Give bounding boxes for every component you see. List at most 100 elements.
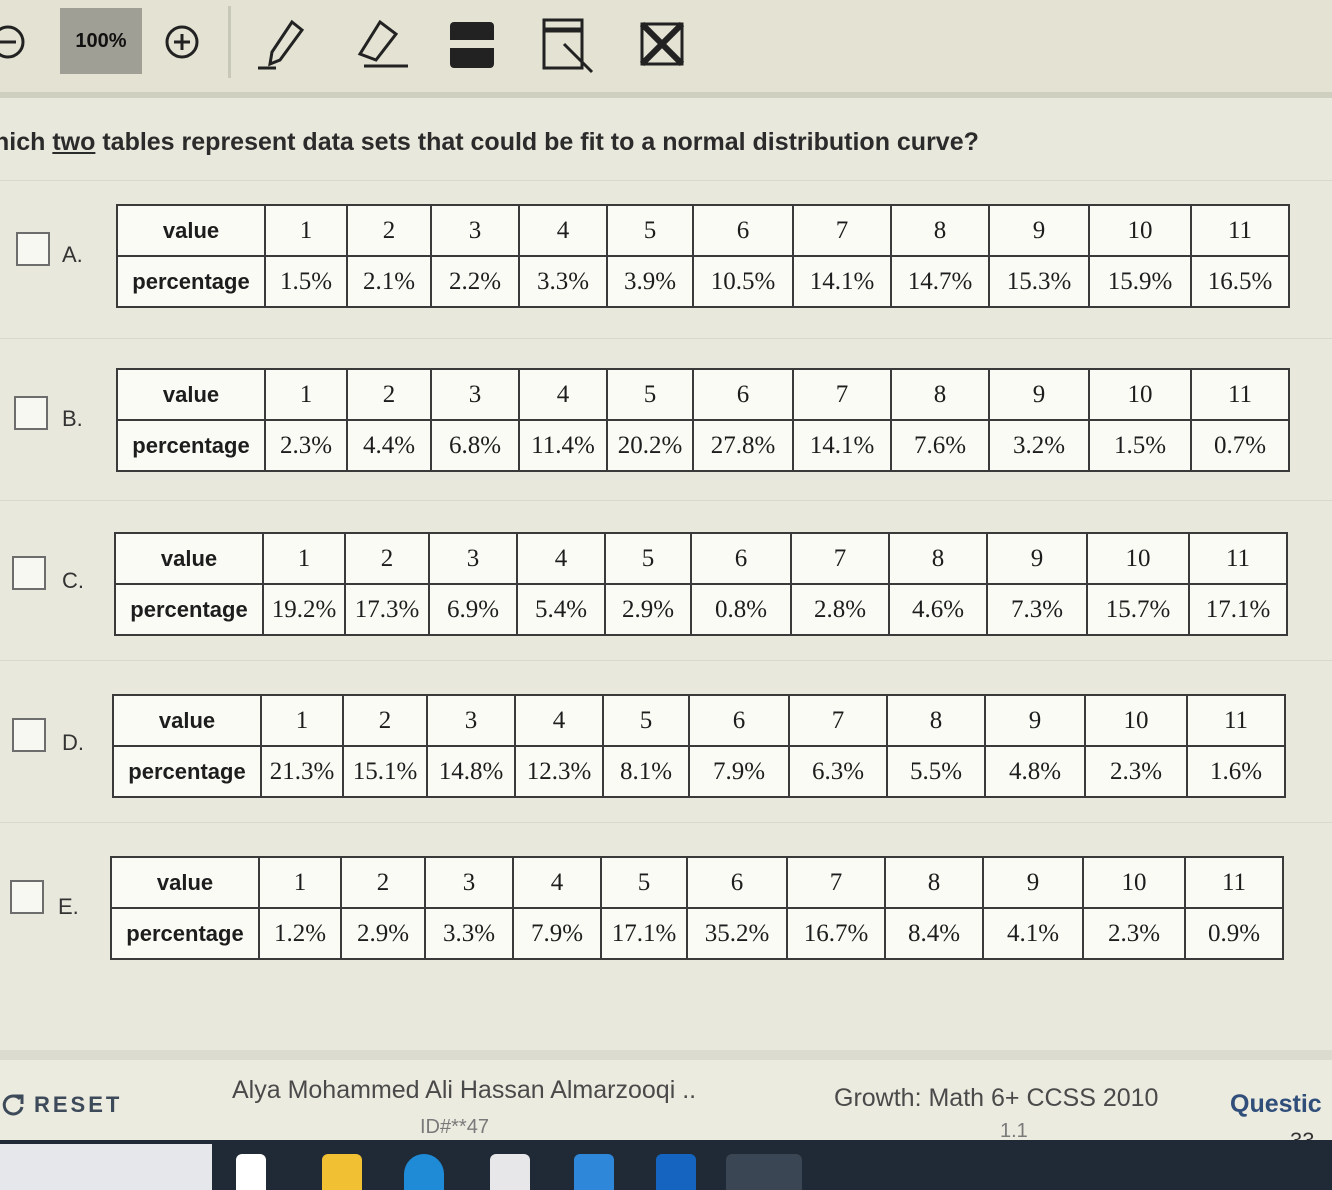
percentage-cell: 15.3% [988, 255, 1090, 308]
value-cell: 10 [1088, 368, 1192, 421]
cross-out-icon [639, 21, 685, 67]
percentage-cell: 1.5% [1088, 419, 1192, 472]
percentage-cell: 17.1% [1188, 583, 1288, 636]
value-cell: 9 [986, 532, 1088, 585]
pencil-button[interactable] [252, 14, 316, 74]
percentage-cell: 1.5% [264, 255, 348, 308]
zoom-in-button[interactable] [160, 20, 204, 64]
percentage-cell: 2.9% [604, 583, 692, 636]
percentage-cell: 11.4% [518, 419, 608, 472]
value-cell: 2 [342, 694, 428, 747]
percentage-cell: 3.3% [424, 907, 514, 960]
percentage-header: percentage [112, 745, 262, 798]
percentage-cell: 14.1% [792, 255, 892, 308]
store-icon[interactable] [490, 1154, 530, 1190]
value-cell: 6 [692, 204, 794, 257]
task-view-icon[interactable] [236, 1154, 266, 1190]
value-cell: 2 [340, 856, 426, 909]
option-checkbox[interactable] [16, 232, 50, 266]
value-row: value 1 2 3 4 5 6 7 8 9 10 11 [110, 856, 1284, 909]
value-cell: 1 [264, 368, 348, 421]
cross-out-button[interactable] [630, 14, 694, 74]
value-cell: 7 [792, 368, 892, 421]
value-cell: 2 [346, 368, 432, 421]
option-checkbox[interactable] [14, 396, 48, 430]
os-taskbar [0, 1140, 1332, 1190]
zoom-out-button[interactable] [0, 20, 30, 64]
value-cell: 4 [516, 532, 606, 585]
percentage-cell: 15.1% [342, 745, 428, 798]
percentage-cell: 14.1% [792, 419, 892, 472]
answer-masking-icon [542, 18, 594, 74]
percentage-cell: 4.4% [346, 419, 432, 472]
percentage-cell: 10.5% [692, 255, 794, 308]
chrome-browser-icon[interactable] [726, 1154, 802, 1190]
percentage-row: percentage 21.3% 15.1% 14.8% 12.3% 8.1% 7.9% 6.… [112, 745, 1286, 798]
value-cell: 7 [790, 532, 890, 585]
value-header: value [116, 368, 266, 421]
value-cell: 9 [984, 694, 1086, 747]
option-letter: A. [62, 242, 83, 267]
percentage-cell: 27.8% [692, 419, 794, 472]
edge-browser-icon[interactable] [404, 1154, 444, 1190]
percentage-row: percentage 1.2% 2.9% 3.3% 7.9% 17.1% 35.2% 16.7… [110, 907, 1284, 960]
taskbar-search[interactable] [0, 1144, 212, 1190]
percentage-cell: 6.8% [430, 419, 520, 472]
percentage-cell: 17.1% [600, 907, 688, 960]
value-cell: 10 [1088, 204, 1192, 257]
question-emphasis: two [52, 128, 96, 156]
value-cell: 5 [600, 856, 688, 909]
reset-button[interactable]: RESET [0, 1092, 122, 1118]
answer-masking-button[interactable] [536, 14, 600, 74]
value-header: value [112, 694, 262, 747]
file-explorer-icon[interactable] [322, 1154, 362, 1190]
value-row: value 1 2 3 4 5 6 7 8 9 10 11 [112, 694, 1286, 747]
value-cell: 4 [514, 694, 604, 747]
percentage-cell: 5.4% [516, 583, 606, 636]
percentage-row: percentage 1.5% 2.1% 2.2% 3.3% 3.9% 10.5% 14.1%… [116, 255, 1290, 308]
percentage-cell: 0.8% [690, 583, 792, 636]
app-icon[interactable] [574, 1154, 614, 1190]
option-letter: C. [62, 568, 84, 593]
option-letter: B. [62, 406, 83, 431]
percentage-row: percentage 19.2% 17.3% 6.9% 5.4% 2.9% 0.8% 2.8%… [114, 583, 1288, 636]
percentage-cell: 20.2% [606, 419, 694, 472]
value-cell: 1 [262, 532, 346, 585]
question-label: Questic [1230, 1090, 1322, 1118]
option-checkbox[interactable] [12, 718, 46, 752]
value-cell: 3 [428, 532, 518, 585]
percentage-cell: 2.1% [346, 255, 432, 308]
percentage-cell: 21.3% [260, 745, 344, 798]
value-cell: 2 [344, 532, 430, 585]
eraser-button[interactable] [350, 14, 414, 74]
highlighter-button[interactable] [442, 14, 506, 74]
student-id: ID#**47 [420, 1116, 489, 1138]
percentage-cell: 2.3% [1084, 745, 1188, 798]
value-cell: 9 [988, 368, 1090, 421]
percentage-cell: 1.6% [1186, 745, 1286, 798]
percentage-cell: 2.3% [264, 419, 348, 472]
option-letter: E. [58, 894, 79, 919]
value-header: value [114, 532, 264, 585]
percentage-cell: 4.6% [888, 583, 988, 636]
percentage-header: percentage [116, 419, 266, 472]
value-cell: 5 [604, 532, 692, 585]
value-cell: 4 [512, 856, 602, 909]
percentage-cell: 7.9% [512, 907, 602, 960]
app-icon-2[interactable] [656, 1154, 696, 1190]
percentage-header: percentage [116, 255, 266, 308]
option-checkbox[interactable] [12, 556, 46, 590]
percentage-row: percentage 2.3% 4.4% 6.8% 11.4% 20.2% 27.8% 14.… [116, 419, 1290, 472]
value-cell: 11 [1184, 856, 1284, 909]
percentage-cell: 16.7% [786, 907, 886, 960]
option-checkbox[interactable] [10, 880, 44, 914]
percentage-cell: 3.2% [988, 419, 1090, 472]
percentage-cell: 4.1% [982, 907, 1084, 960]
value-cell: 6 [686, 856, 788, 909]
value-cell: 10 [1082, 856, 1186, 909]
percentage-cell: 2.9% [340, 907, 426, 960]
value-cell: 3 [424, 856, 514, 909]
percentage-cell: 3.9% [606, 255, 694, 308]
percentage-cell: 35.2% [686, 907, 788, 960]
percentage-cell: 5.5% [886, 745, 986, 798]
